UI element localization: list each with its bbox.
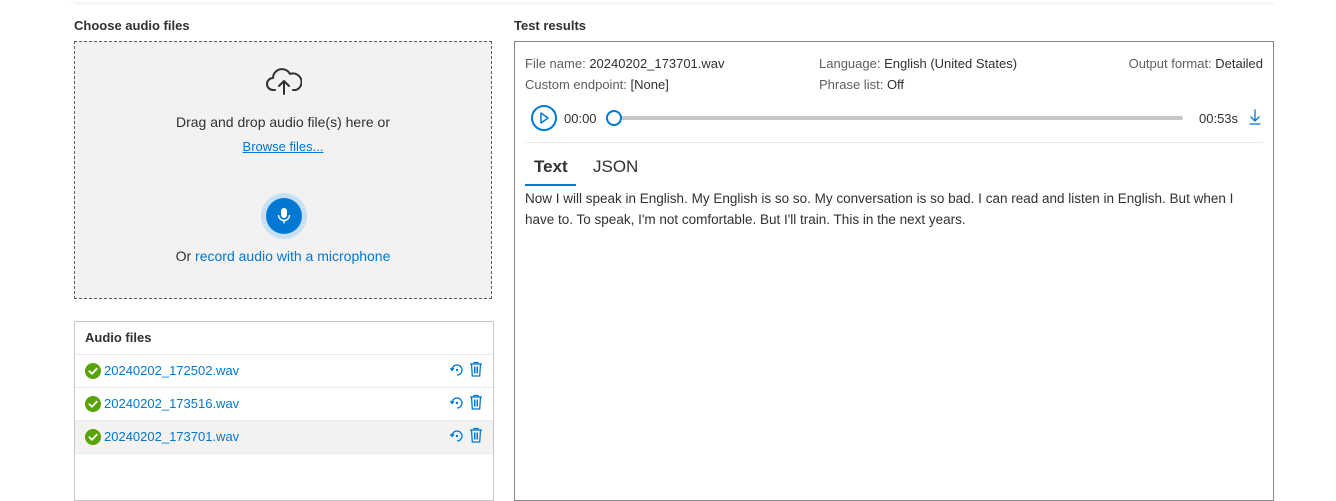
output-format-meta: Output format: Detailed (1129, 56, 1263, 71)
checkmark-circle-icon (85, 363, 101, 379)
choose-audio-files-title: Choose audio files (74, 18, 190, 33)
file-name-label: File name: (525, 56, 586, 71)
current-time: 00:00 (564, 111, 597, 126)
audio-files-panel: Audio files 20240202_172502.wav 20240202… (74, 321, 494, 501)
phrase-list-meta: Phrase list: Off (819, 77, 904, 92)
play-icon (540, 112, 549, 124)
checkmark-circle-icon (85, 429, 101, 445)
audio-seek-thumb[interactable] (606, 110, 622, 126)
download-icon[interactable] (1249, 109, 1261, 125)
file-name-value: 20240202_173701.wav (589, 56, 725, 71)
delete-icon[interactable] (469, 361, 483, 377)
language-value: English (United States) (884, 56, 1018, 71)
transcript-text: Now I will speak in English. My English … (525, 191, 1234, 227)
player-divider (525, 142, 1263, 143)
audio-file-name[interactable]: 20240202_172502.wav (104, 363, 239, 378)
custom-endpoint-label: Custom endpoint: (525, 77, 627, 92)
delete-icon[interactable] (469, 427, 483, 443)
audio-file-name[interactable]: 20240202_173701.wav (104, 429, 239, 444)
phrase-list-label: Phrase list: (819, 77, 884, 92)
output-format-label: Output format: (1128, 56, 1212, 71)
tab-text[interactable]: Text (534, 157, 568, 177)
record-microphone-button[interactable] (266, 198, 302, 234)
microphone-icon (277, 208, 291, 224)
output-format-value: Detailed (1215, 56, 1263, 71)
top-bar-shadow (74, 0, 1274, 2)
record-audio-link[interactable]: record audio with a microphone (195, 248, 390, 264)
audio-file-name[interactable]: 20240202_173516.wav (104, 396, 239, 411)
record-audio-line: Or record audio with a microphone (75, 248, 491, 264)
phrase-list-value: Off (886, 77, 905, 92)
audio-file-row[interactable]: 20240202_172502.wav (75, 355, 493, 388)
audio-files-header: Audio files (75, 322, 493, 355)
language-label: Language: (819, 56, 881, 71)
play-button[interactable] (531, 105, 557, 131)
file-name-meta: File name: 20240202_173701.wav (525, 56, 725, 71)
drag-drop-text: Drag and drop audio file(s) here or (175, 114, 390, 130)
browse-files-link[interactable]: Browse files... (75, 139, 491, 154)
tab-json[interactable]: JSON (593, 157, 638, 177)
active-tab-indicator (525, 184, 576, 186)
language-meta: Language: English (United States) (819, 56, 1017, 71)
test-results-panel: File name: 20240202_173701.wav Language:… (514, 41, 1274, 501)
cloud-upload-icon (266, 68, 302, 95)
test-results-title: Test results (514, 18, 587, 33)
audio-file-row[interactable]: 20240202_173516.wav (75, 388, 493, 421)
refresh-icon[interactable] (449, 395, 465, 411)
delete-icon[interactable] (469, 394, 483, 410)
audio-seek-track[interactable] (613, 116, 1183, 120)
duration-time: 00:53s (1199, 111, 1239, 126)
refresh-icon[interactable] (449, 362, 465, 378)
record-prefix: Or (175, 248, 192, 264)
custom-endpoint-value: [None] (630, 77, 669, 92)
custom-endpoint-meta: Custom endpoint: [None] (525, 77, 669, 92)
audio-file-row-selected[interactable]: 20240202_173701.wav (75, 421, 493, 454)
refresh-icon[interactable] (449, 428, 465, 444)
checkmark-circle-icon (85, 396, 101, 412)
audio-dropzone[interactable]: Drag and drop audio file(s) here or Brow… (74, 41, 492, 299)
